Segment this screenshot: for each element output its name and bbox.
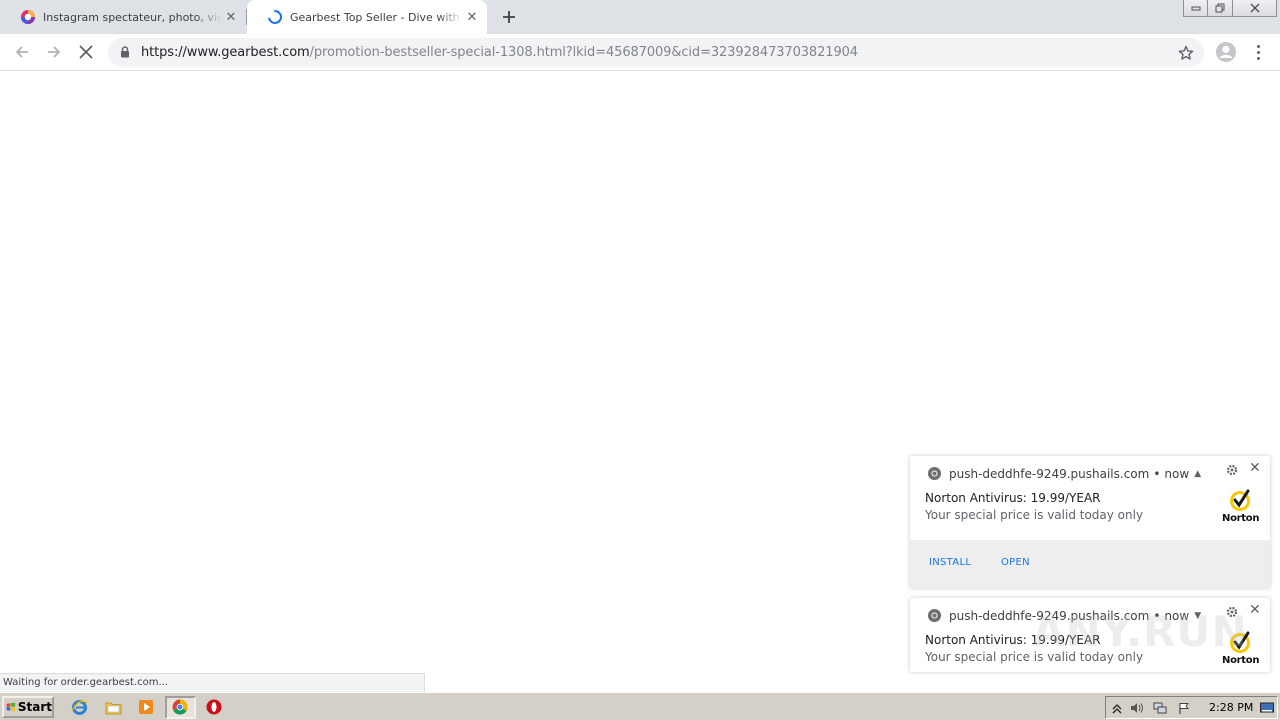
notification-actions: INSTALL OPEN — [910, 540, 1270, 588]
notification-body: Your special price is valid today only — [925, 508, 1144, 522]
norton-logo: Norton — [1220, 489, 1260, 525]
tab-close-icon[interactable]: ✕ — [222, 8, 240, 26]
arrow-right-icon — [48, 46, 61, 58]
install-button[interactable]: INSTALL — [929, 557, 971, 568]
tab-title: Gearbest Top Seller - Dive with the Gear… — [290, 10, 463, 24]
minimize-button[interactable] — [1183, 0, 1208, 17]
network-icon[interactable] — [1153, 701, 1167, 715]
chevron-up-icon — [1112, 704, 1122, 714]
chrome-icon[interactable] — [171, 698, 189, 716]
star-icon — [1178, 45, 1194, 60]
open-button[interactable]: OPEN — [1001, 557, 1030, 568]
tab-title: Instagram spectateur, photo, vidéo — [43, 10, 222, 24]
norton-logo-text: Norton — [1222, 655, 1260, 666]
network-monitor-icon — [1153, 702, 1167, 713]
anyrun-watermark: ANY.RUN — [1032, 607, 1248, 656]
loading-spinner-icon — [268, 10, 282, 24]
forward-button[interactable] — [42, 40, 66, 64]
chrome-icon — [927, 466, 942, 481]
flag-icon — [1179, 702, 1189, 714]
speaker-icon — [1131, 703, 1143, 713]
chrome-logo-icon — [172, 699, 188, 715]
play-icon — [139, 700, 153, 714]
volume-icon[interactable] — [1130, 701, 1144, 715]
url-path: /promotion-bestseller-special-1308.html?… — [309, 45, 858, 60]
instagram-viewer-favicon-icon — [21, 10, 35, 24]
close-icon — [1250, 3, 1259, 13]
notification-close-icon[interactable]: ✕ — [1249, 603, 1261, 617]
tab-strip: Instagram spectateur, photo, vidéo ✕ Gea… — [0, 0, 1280, 34]
opera-logo-icon — [206, 699, 222, 715]
separator-dot: • — [1153, 466, 1161, 481]
notification-time: now — [1164, 466, 1190, 481]
tab-gearbest[interactable]: Gearbest Top Seller - Dive with the Gear… — [247, 0, 487, 34]
system-tray: 2:28 PM — [1105, 696, 1278, 719]
gear-icon[interactable] — [1226, 464, 1238, 476]
stop-icon — [79, 45, 93, 59]
plus-icon — [503, 11, 515, 23]
chevron-up-icon[interactable]: ▲ — [1194, 469, 1201, 479]
window-controls — [1183, 0, 1277, 18]
stop-button[interactable] — [74, 40, 98, 64]
new-tab-button[interactable] — [498, 6, 520, 28]
ie-icon[interactable] — [70, 698, 88, 716]
window-close-button[interactable] — [1233, 0, 1277, 17]
taskbar: Start 2:28 PM — [0, 692, 1280, 720]
taskbar-clock[interactable]: 2:28 PM — [1209, 701, 1253, 714]
show-hidden-icons-icon[interactable] — [1110, 701, 1124, 715]
push-notification[interactable]: push-deddhfe-9249.pushails.com • now ▲ ✕… — [910, 456, 1270, 588]
folder-icon — [105, 702, 121, 714]
bookmark-star-button[interactable] — [1176, 43, 1196, 63]
back-button[interactable] — [10, 40, 34, 64]
notification-header: push-deddhfe-9249.pushails.com • now ▲ — [927, 466, 1201, 481]
lock-icon[interactable] — [120, 46, 130, 58]
chrome-icon — [927, 608, 942, 623]
tab-instagram[interactable]: Instagram spectateur, photo, vidéo ✕ — [0, 0, 246, 34]
windows-logo-icon — [6, 702, 16, 712]
url-text[interactable]: https://www.gearbest.com/promotion-bests… — [141, 45, 858, 60]
menu-dot-icon — [1256, 44, 1260, 48]
internet-explorer-icon — [70, 699, 87, 715]
restore-icon — [1215, 3, 1225, 13]
start-button[interactable]: Start — [2, 696, 54, 718]
profile-avatar-icon[interactable] — [1215, 41, 1237, 63]
address-bar[interactable]: https://www.gearbest.com/promotion-bests… — [108, 38, 1204, 67]
notification-title: Norton Antivirus: 19.99/YEAR — [925, 491, 1101, 505]
desktop-icon — [1260, 702, 1274, 713]
notification-origin: push-deddhfe-9249.pushails.com — [949, 466, 1150, 481]
media-player-icon[interactable] — [137, 698, 155, 716]
arrow-left-icon — [15, 46, 28, 58]
start-label: Start — [17, 700, 52, 714]
norton-logo-text: Norton — [1222, 513, 1260, 524]
url-host: https://www.gearbest.com — [141, 45, 310, 60]
menu-dot-icon — [1256, 50, 1260, 54]
menu-dot-icon — [1256, 56, 1260, 60]
notification-close-icon[interactable]: ✕ — [1249, 461, 1261, 475]
show-desktop-icon[interactable] — [1260, 701, 1274, 715]
norton-checkmark-icon — [1230, 489, 1250, 511]
action-center-flag-icon[interactable] — [1177, 701, 1191, 715]
browser-toolbar: https://www.gearbest.com/promotion-bests… — [0, 34, 1280, 71]
status-bubble: Waiting for order.gearbest.com... — [0, 673, 425, 692]
restore-button[interactable] — [1208, 0, 1233, 17]
opera-icon[interactable] — [205, 698, 223, 716]
explorer-icon[interactable] — [104, 698, 122, 716]
tab-close-icon[interactable]: ✕ — [463, 8, 481, 26]
browser-menu-button[interactable] — [1250, 42, 1266, 62]
minimize-icon — [1191, 6, 1200, 11]
